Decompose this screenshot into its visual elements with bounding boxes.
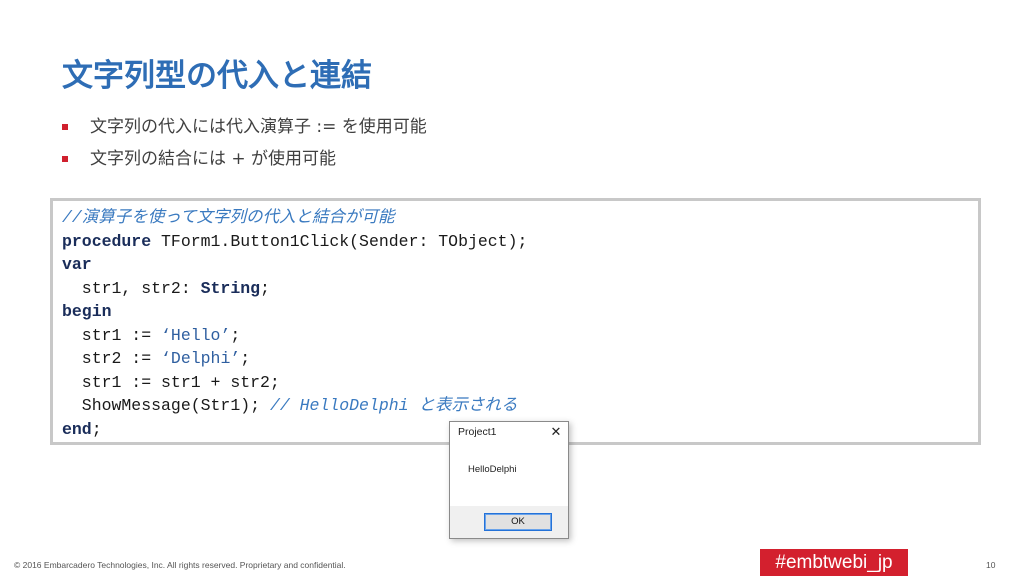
bullet-text: 文字列の結合には + が使用可能 [90, 149, 337, 169]
code-line: str1, str2: String; [62, 277, 978, 301]
hashtag-badge: #embtwebi_jp [760, 549, 908, 576]
code-token: ‘Delphi’ [161, 349, 241, 368]
code-token: TForm1.Button1Click(Sender: TObject); [151, 231, 528, 251]
code-token: begin [62, 302, 112, 321]
bullet-list: 文字列の代入には代入演算子 := を使用可能 文字列の結合には + が使用可能 [62, 114, 427, 178]
dialog-footer: OK [450, 506, 568, 538]
dialog-titlebar[interactable]: Project1 ✕ [450, 422, 568, 444]
code-line: str1 := ‘Hello’; [62, 324, 978, 348]
bullet-text: 文字列の代入には代入演算子 := を使用可能 [90, 117, 427, 137]
message-dialog: Project1 ✕ HelloDelphi OK [449, 421, 569, 539]
code-token: ; [230, 325, 241, 345]
code-token: str1 := str1 + str2; [62, 372, 280, 392]
code-line: str1 := str1 + str2; [62, 371, 978, 395]
close-icon[interactable]: ✕ [548, 424, 564, 440]
bullet-item: 文字列の代入には代入演算子 := を使用可能 [62, 114, 427, 146]
code-token: str1 := [62, 325, 162, 345]
ok-button[interactable]: OK [484, 513, 552, 531]
bullet-item: 文字列の結合には + が使用可能 [62, 146, 427, 178]
code-token: ‘Hello’ [161, 325, 231, 345]
dialog-message: HelloDelphi [468, 464, 517, 475]
code-token: // HelloDelphi と表示される [269, 396, 518, 415]
code-line: str2 := ‘Delphi’; [62, 347, 978, 371]
dialog-title: Project1 [458, 426, 497, 438]
code-token: end [62, 419, 92, 439]
code-line: procedure TForm1.Button1Click(Sender: TO… [62, 230, 978, 254]
code-token: ; [260, 278, 270, 298]
code-block: //演算子を使って文字列の代入と結合が可能 procedure TForm1.Bu… [50, 198, 981, 445]
code-line: var [62, 253, 978, 277]
code-line: ShowMessage(Str1); // HelloDelphi と表示される [62, 394, 978, 418]
dialog-body: HelloDelphi [450, 444, 568, 506]
code-token: ShowMessage(Str1); [62, 396, 270, 415]
page-number: 10 [986, 560, 996, 570]
code-token: str1, str2: [62, 278, 201, 298]
code-token: ; [91, 419, 102, 439]
code-line: //演算子を使って文字列の代入と結合が可能 [62, 206, 978, 230]
code-line: begin [62, 300, 978, 324]
slide-title: 文字列型の代入と連結 [62, 58, 372, 94]
code-token: procedure [62, 231, 152, 251]
code-token: //演算子を使って文字列の代入と結合が可能 [62, 208, 395, 227]
copyright-text: © 2016 Embarcadero Technologies, Inc. Al… [14, 560, 346, 570]
code-token: var [62, 255, 92, 274]
square-bullet-icon [62, 124, 68, 130]
code-token: str2 := [62, 349, 162, 368]
square-bullet-icon [62, 156, 68, 162]
code-token: ; [240, 349, 251, 368]
code-token: String [200, 278, 261, 298]
